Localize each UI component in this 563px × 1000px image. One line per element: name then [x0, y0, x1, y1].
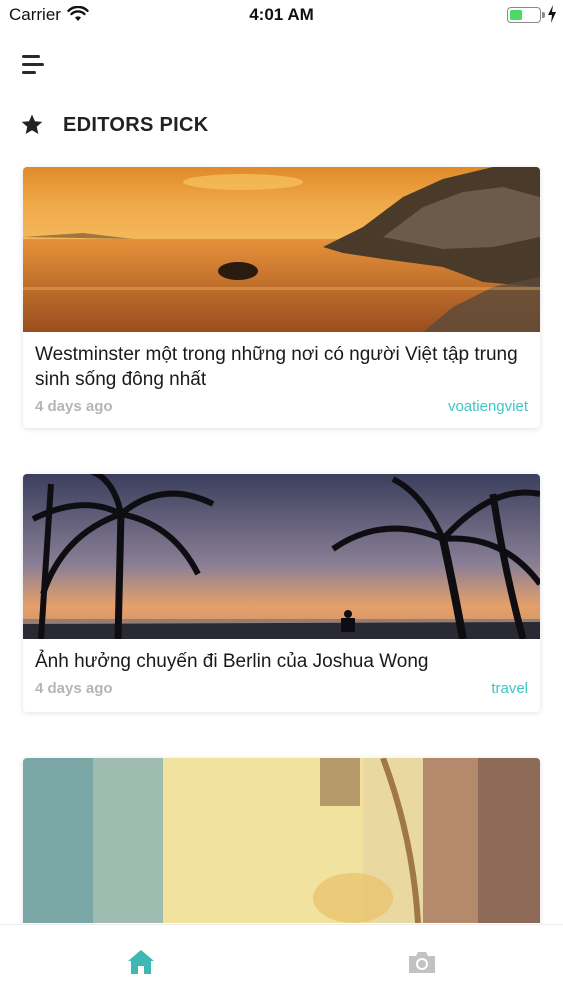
article-image: [23, 474, 540, 639]
status-bar: Carrier 4:01 AM: [0, 0, 563, 30]
article-meta: 4 days ago travel: [23, 674, 540, 706]
menu-button[interactable]: [20, 52, 46, 78]
article-tag[interactable]: voatiengviet: [448, 398, 528, 415]
star-icon: [21, 114, 43, 134]
tab-camera[interactable]: [405, 945, 439, 979]
section-header: EDITORS PICK: [20, 110, 208, 140]
battery-icon: [507, 7, 541, 23]
article-meta: 4 days ago voatiengviet: [23, 392, 540, 424]
article-image: [23, 167, 540, 332]
article-tag[interactable]: travel: [491, 680, 528, 697]
article-date: 4 days ago: [35, 680, 113, 697]
camera-icon: [409, 952, 435, 973]
home-icon: [128, 950, 154, 974]
article-title[interactable]: Ảnh hưởng chuyến đi Berlin của Joshua Wo…: [23, 639, 540, 674]
article-card[interactable]: Ảnh hưởng chuyến đi Berlin của Joshua Wo…: [23, 474, 540, 712]
article-card[interactable]: Westminster một trong những nơi có người…: [23, 167, 540, 428]
battery-nub: [542, 12, 545, 18]
battery-level: [510, 10, 522, 20]
article-title[interactable]: Westminster một trong những nơi có người…: [23, 332, 540, 392]
charging-bolt-icon: [548, 5, 556, 23]
tab-bar: [0, 924, 563, 1000]
article-date: 4 days ago: [35, 398, 113, 415]
article-image: [23, 758, 540, 923]
menu-icon-line: [22, 63, 44, 66]
clock: 4:01 AM: [249, 5, 314, 24]
menu-icon-line: [22, 71, 36, 74]
section-title: EDITORS PICK: [63, 113, 209, 136]
tab-home[interactable]: [124, 945, 158, 979]
menu-icon-line: [22, 55, 40, 58]
